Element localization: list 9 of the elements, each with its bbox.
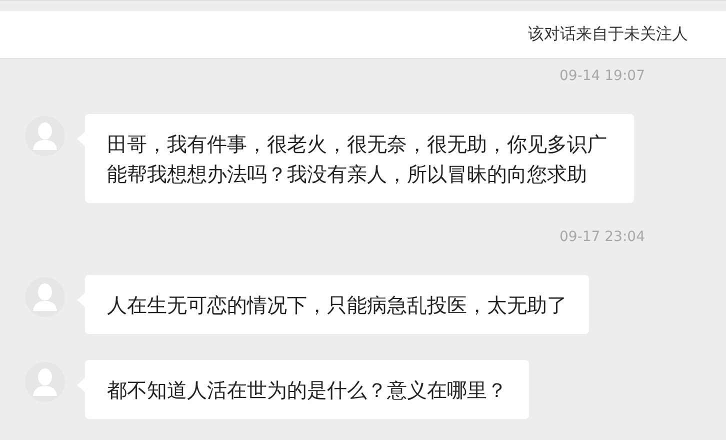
avatar-icon — [25, 116, 65, 156]
message-text: 人在生无可恋的情况下，只能病急乱投医，太无助了 — [107, 292, 567, 319]
message-text: 田哥，我有件事，很老火，很无奈，很无助，你见多识广能帮我想想办法吗？我没有亲人，所以冒昧的向您求助 — [107, 131, 608, 188]
message-text: 都不知道人活在世为的是什么？意义在哪里？ — [107, 377, 507, 404]
timestamp: 09-14 19:07 — [558, 68, 646, 86]
avatar-icon — [25, 277, 65, 317]
notice-text: 该对话来自于未关注人 — [528, 24, 688, 45]
avatar-icon — [25, 362, 65, 402]
timestamp: 09-17 23:04 — [558, 229, 646, 247]
